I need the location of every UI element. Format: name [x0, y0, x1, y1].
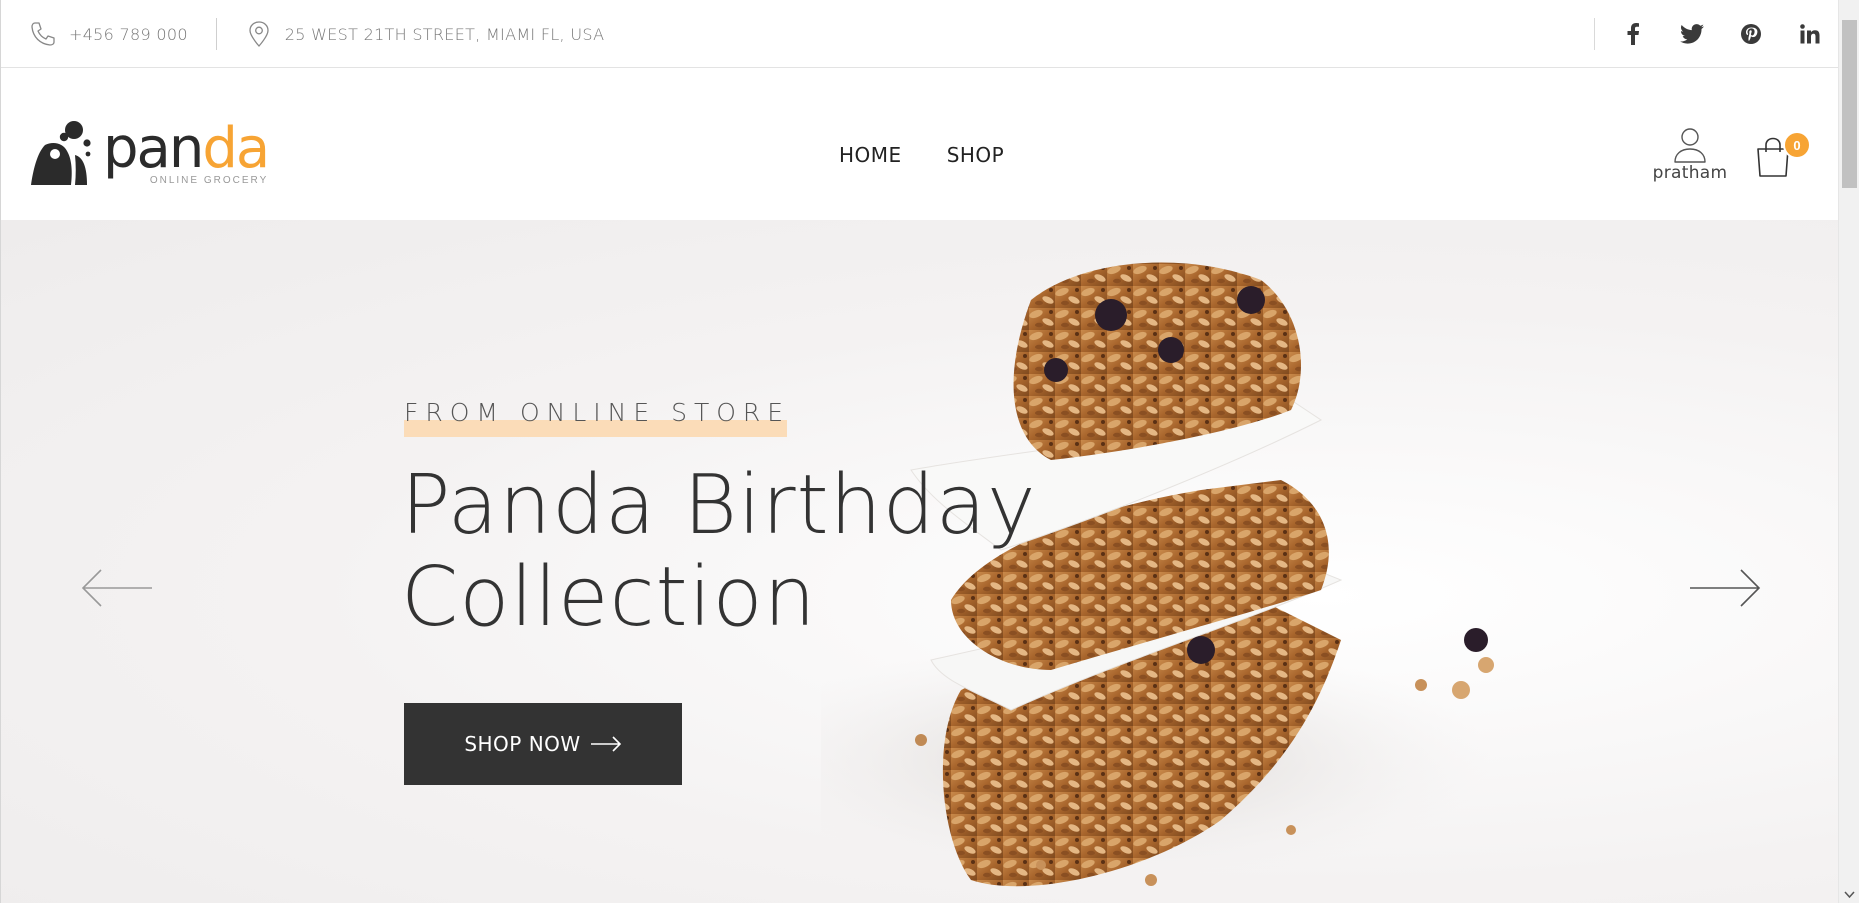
linkedin-icon[interactable] — [1794, 18, 1826, 50]
main-header: panda ONLINE GROCERY HOME SHOP pratham 0 — [1, 69, 1838, 220]
scrollbar-thumb[interactable] — [1842, 20, 1857, 188]
contact-info: +456 789 000 25 WEST 21TH STREET, MIAMI … — [29, 18, 604, 50]
slider-next-arrow-icon[interactable] — [1689, 568, 1761, 608]
nav-home[interactable]: HOME — [839, 143, 902, 169]
top-bar: +456 789 000 25 WEST 21TH STREET, MIAMI … — [1, 0, 1838, 68]
arrow-right-icon — [590, 736, 621, 752]
hero-title: Panda Birthday Collection — [401, 460, 1041, 644]
pinterest-icon[interactable] — [1735, 18, 1767, 50]
facebook-icon[interactable] — [1617, 18, 1649, 50]
account-button[interactable]: pratham — [1651, 127, 1729, 183]
cart-count-badge: 0 — [1783, 131, 1811, 159]
cart-button[interactable]: 0 — [1756, 131, 1811, 181]
scroll-down-icon[interactable] — [1844, 891, 1855, 899]
hero-title-line1: Panda Birthday — [401, 458, 1037, 553]
twitter-icon[interactable] — [1676, 18, 1708, 50]
divider — [215, 18, 217, 50]
phone-icon — [29, 20, 57, 48]
page: +456 789 000 25 WEST 21TH STREET, MIAMI … — [0, 0, 1838, 903]
account-name: pratham — [1652, 163, 1728, 183]
user-icon — [1674, 128, 1706, 163]
panda-logo-icon — [31, 121, 91, 185]
logo-tagline: ONLINE GROCERY — [149, 175, 269, 186]
nav-shop[interactable]: SHOP — [947, 143, 1005, 167]
page-scrollbar[interactable] — [1838, 0, 1859, 903]
phone-number[interactable]: +456 789 000 — [69, 25, 188, 44]
shop-now-label: SHOP NOW — [464, 732, 581, 756]
hero-title-line2: Collection — [401, 550, 817, 645]
logo-name-accent: da — [202, 116, 270, 181]
main-nav: HOME SHOP — [839, 143, 1049, 169]
shop-now-button[interactable]: SHOP NOW — [404, 703, 682, 785]
eyebrow-text: FROM ONLINE STORE — [404, 398, 791, 427]
logo-name-main: pan — [103, 116, 204, 181]
location-pin-icon — [245, 20, 273, 48]
social-links — [1594, 18, 1838, 50]
slider-prev-arrow-icon[interactable] — [81, 568, 153, 608]
address: 25 WEST 21TH STREET, MIAMI FL, USA — [284, 24, 605, 44]
hero-eyebrow: FROM ONLINE STORE — [404, 398, 791, 437]
hero-slider: FROM ONLINE STORE Panda Birthday Collect… — [1, 220, 1838, 903]
logo[interactable]: panda ONLINE GROCERY — [31, 121, 270, 187]
logo-wordmark: panda ONLINE GROCERY — [103, 121, 270, 187]
